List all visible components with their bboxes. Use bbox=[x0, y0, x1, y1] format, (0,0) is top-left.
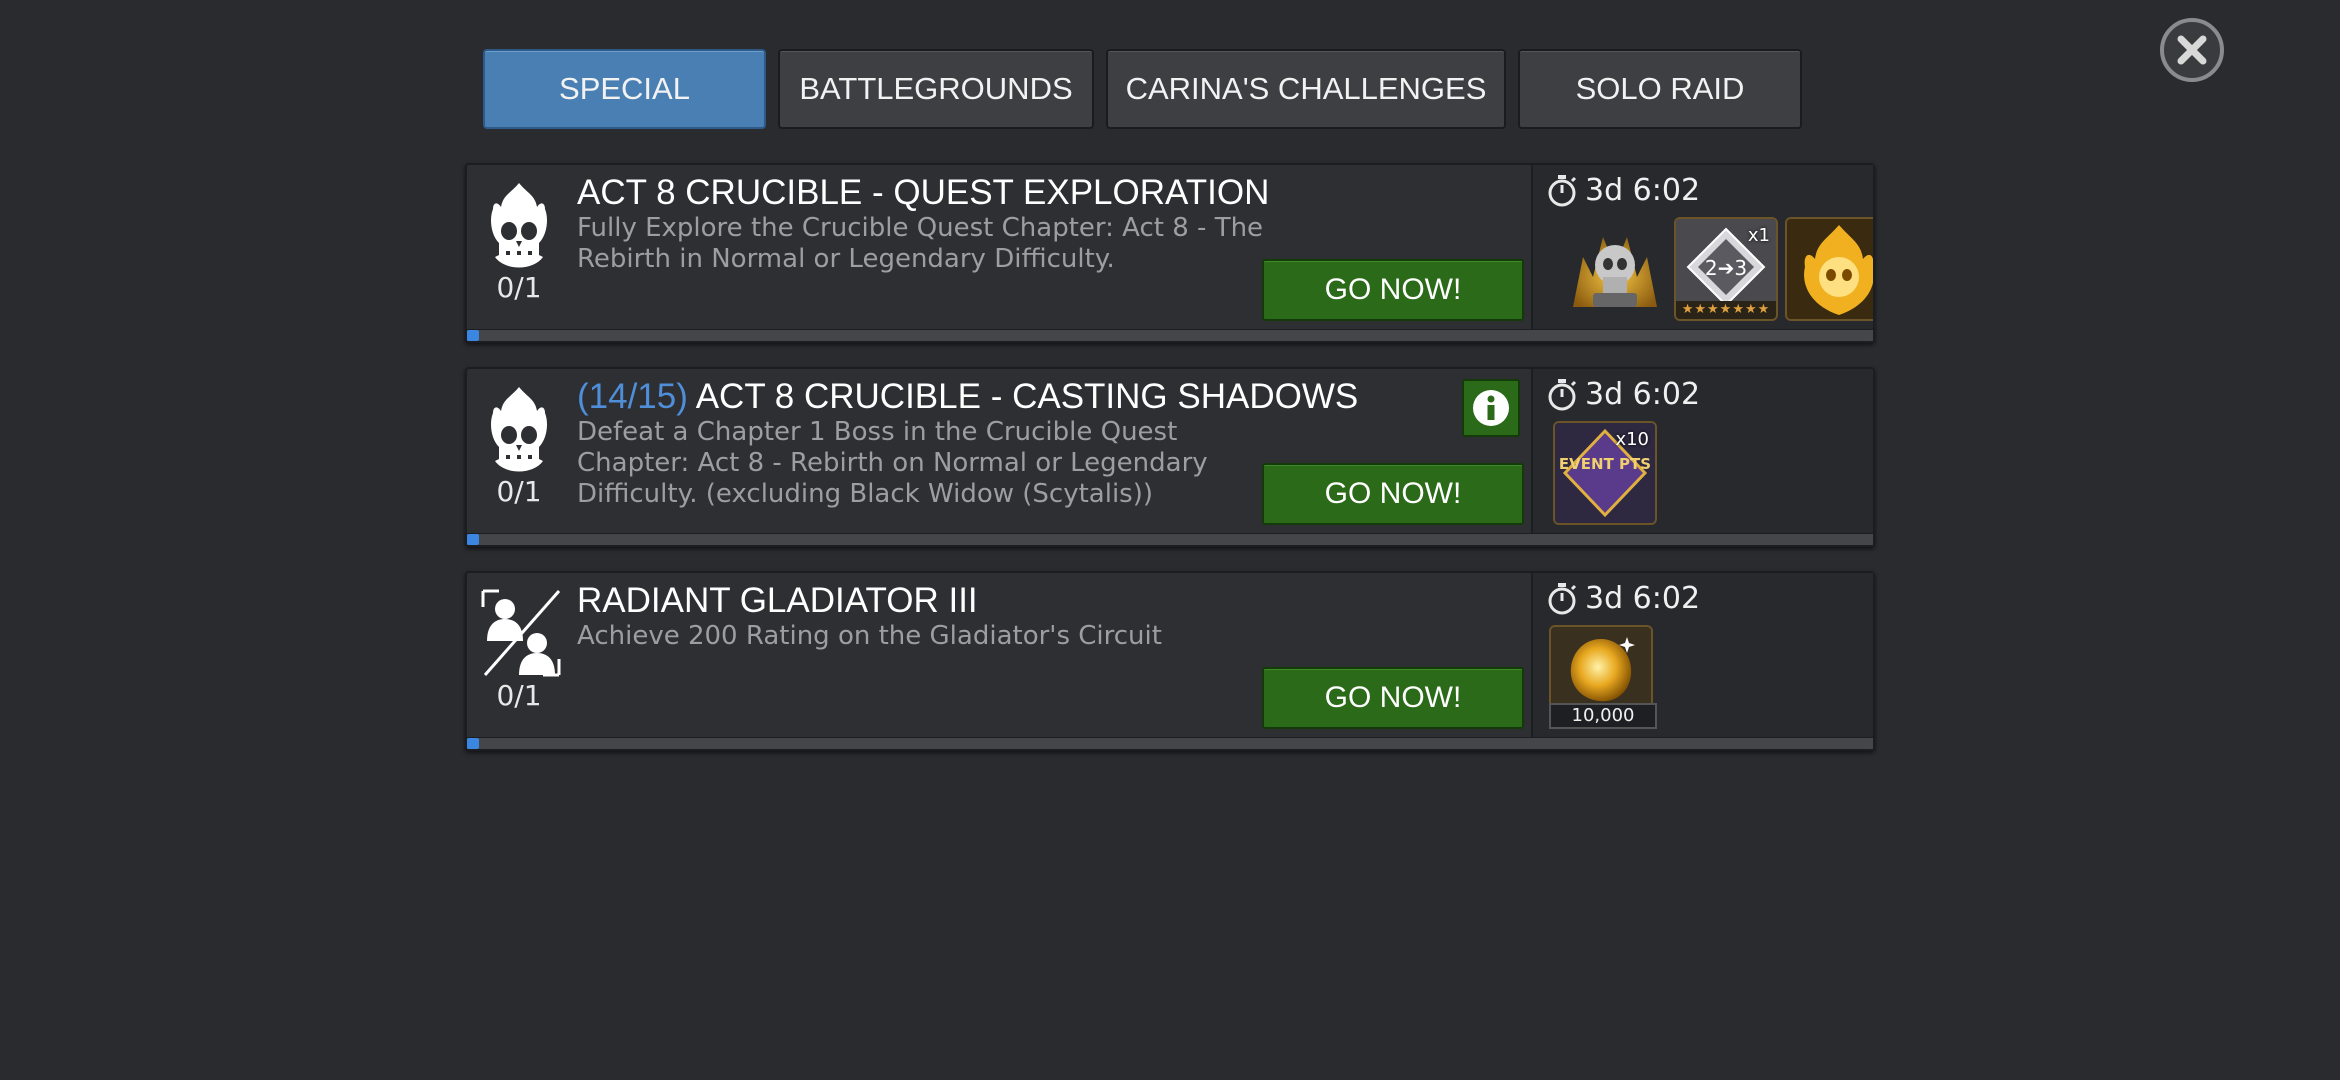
quest-title: ACT 8 CRUCIBLE - QUEST EXPLORATION bbox=[577, 173, 1269, 213]
quest-info: 0/1 ACT 8 CRUCIBLE - QUEST EXPLORATION F… bbox=[467, 165, 1529, 331]
quest-timer: 3d 6:02 bbox=[1547, 581, 1700, 616]
quest-description: Fully Explore the Crucible Quest Chapter… bbox=[577, 213, 1264, 274]
tab-solo-raid[interactable]: SOLO RAID bbox=[1518, 49, 1802, 129]
gold-crystal-shard-icon bbox=[1570, 637, 1635, 702]
reward-qty: x10 bbox=[1615, 429, 1649, 450]
quest-title-text: ACT 8 CRUCIBLE - CASTING SHADOWS bbox=[695, 377, 1359, 416]
svg-text:2➔3: 2➔3 bbox=[1705, 256, 1747, 280]
reward-flaming-skull[interactable] bbox=[1785, 217, 1873, 321]
reward-panel: 3d 6:02 EVENT PTS x10 bbox=[1531, 369, 1873, 535]
tab-carinas-challenges[interactable]: CARINA'S CHALLENGES bbox=[1106, 49, 1506, 129]
stopwatch-icon bbox=[1548, 174, 1577, 206]
reward-rank-up-gem[interactable]: 2➔3 x1 ★★★★★★★ bbox=[1674, 217, 1778, 321]
progress-fill bbox=[467, 534, 479, 545]
quest-title-text: ACT 8 CRUCIBLE - QUEST EXPLORATION bbox=[577, 173, 1270, 212]
reward-stars: ★★★★★★★ bbox=[1676, 301, 1776, 319]
gladiator-versus-icon bbox=[481, 589, 561, 677]
progress-bar bbox=[467, 329, 1873, 341]
progress-count: 0/1 bbox=[496, 271, 542, 304]
progress-fill bbox=[467, 330, 479, 341]
quest-card: 0/1 (14/15) ACT 8 CRUCIBLE - CASTING SHA… bbox=[465, 367, 1875, 547]
go-now-button[interactable]: GO NOW! bbox=[1262, 667, 1524, 729]
go-now-button[interactable]: GO NOW! bbox=[1262, 463, 1524, 525]
quest-title-text: RADIANT GLADIATOR III bbox=[577, 581, 978, 620]
progress-bar bbox=[467, 533, 1873, 545]
quest-step: (14/15) bbox=[577, 377, 688, 416]
progress-fill bbox=[467, 738, 479, 749]
quest-title: (14/15) ACT 8 CRUCIBLE - CASTING SHADOWS bbox=[577, 377, 1358, 417]
reward-event-pts[interactable]: EVENT PTS x10 bbox=[1553, 421, 1657, 525]
quest-description: Defeat a Chapter 1 Boss in the Crucible … bbox=[577, 417, 1208, 509]
info-button[interactable] bbox=[1462, 379, 1520, 437]
progress-count: 0/1 bbox=[496, 679, 542, 712]
quest-timer: 3d 6:02 bbox=[1547, 173, 1700, 208]
reward-amount: 10,000 bbox=[1549, 703, 1657, 729]
flaming-skull-icon bbox=[491, 387, 547, 472]
reward-golden-skull-crystal[interactable] bbox=[1563, 217, 1667, 321]
tab-bar: SPECIAL BATTLEGROUNDS CARINA'S CHALLENGE… bbox=[0, 49, 2340, 129]
quest-title: RADIANT GLADIATOR III bbox=[577, 581, 978, 621]
flaming-skull-reward-icon bbox=[1787, 219, 1873, 319]
timer-text: 3d 6:02 bbox=[1585, 581, 1701, 616]
quest-description: Achieve 200 Rating on the Gladiator's Ci… bbox=[577, 621, 1162, 651]
stopwatch-icon bbox=[1548, 582, 1577, 614]
event-pts-label: EVENT PTS bbox=[1559, 455, 1651, 473]
timer-text: 3d 6:02 bbox=[1585, 173, 1701, 208]
stopwatch-icon bbox=[1548, 378, 1577, 410]
reward-gold-crystal-shard[interactable]: 10,000 bbox=[1549, 625, 1657, 729]
progress-count: 0/1 bbox=[496, 475, 542, 508]
reward-qty: x1 bbox=[1747, 225, 1770, 246]
go-now-button[interactable]: GO NOW! bbox=[1262, 259, 1524, 321]
quest-card: 0/1 RADIANT GLADIATOR III Achieve 200 Ra… bbox=[465, 571, 1875, 751]
quest-info: 0/1 (14/15) ACT 8 CRUCIBLE - CASTING SHA… bbox=[467, 369, 1529, 535]
timer-text: 3d 6:02 bbox=[1585, 377, 1701, 412]
reward-panel: 3d 6:02 2➔3 x1 ★★★★★★★ bbox=[1531, 165, 1873, 331]
progress-bar bbox=[467, 737, 1873, 749]
reward-panel: 3d 6:02 10,000 bbox=[1531, 573, 1873, 739]
quest-timer: 3d 6:02 bbox=[1547, 377, 1700, 412]
golden-skull-crystal-icon bbox=[1573, 237, 1657, 307]
flaming-skull-icon bbox=[491, 183, 547, 268]
quest-info: 0/1 RADIANT GLADIATOR III Achieve 200 Ra… bbox=[467, 573, 1529, 739]
tab-battlegrounds[interactable]: BATTLEGROUNDS bbox=[778, 49, 1094, 129]
quest-card: 0/1 ACT 8 CRUCIBLE - QUEST EXPLORATION F… bbox=[465, 163, 1875, 343]
info-icon bbox=[1473, 390, 1509, 426]
tab-special[interactable]: SPECIAL bbox=[483, 49, 766, 129]
